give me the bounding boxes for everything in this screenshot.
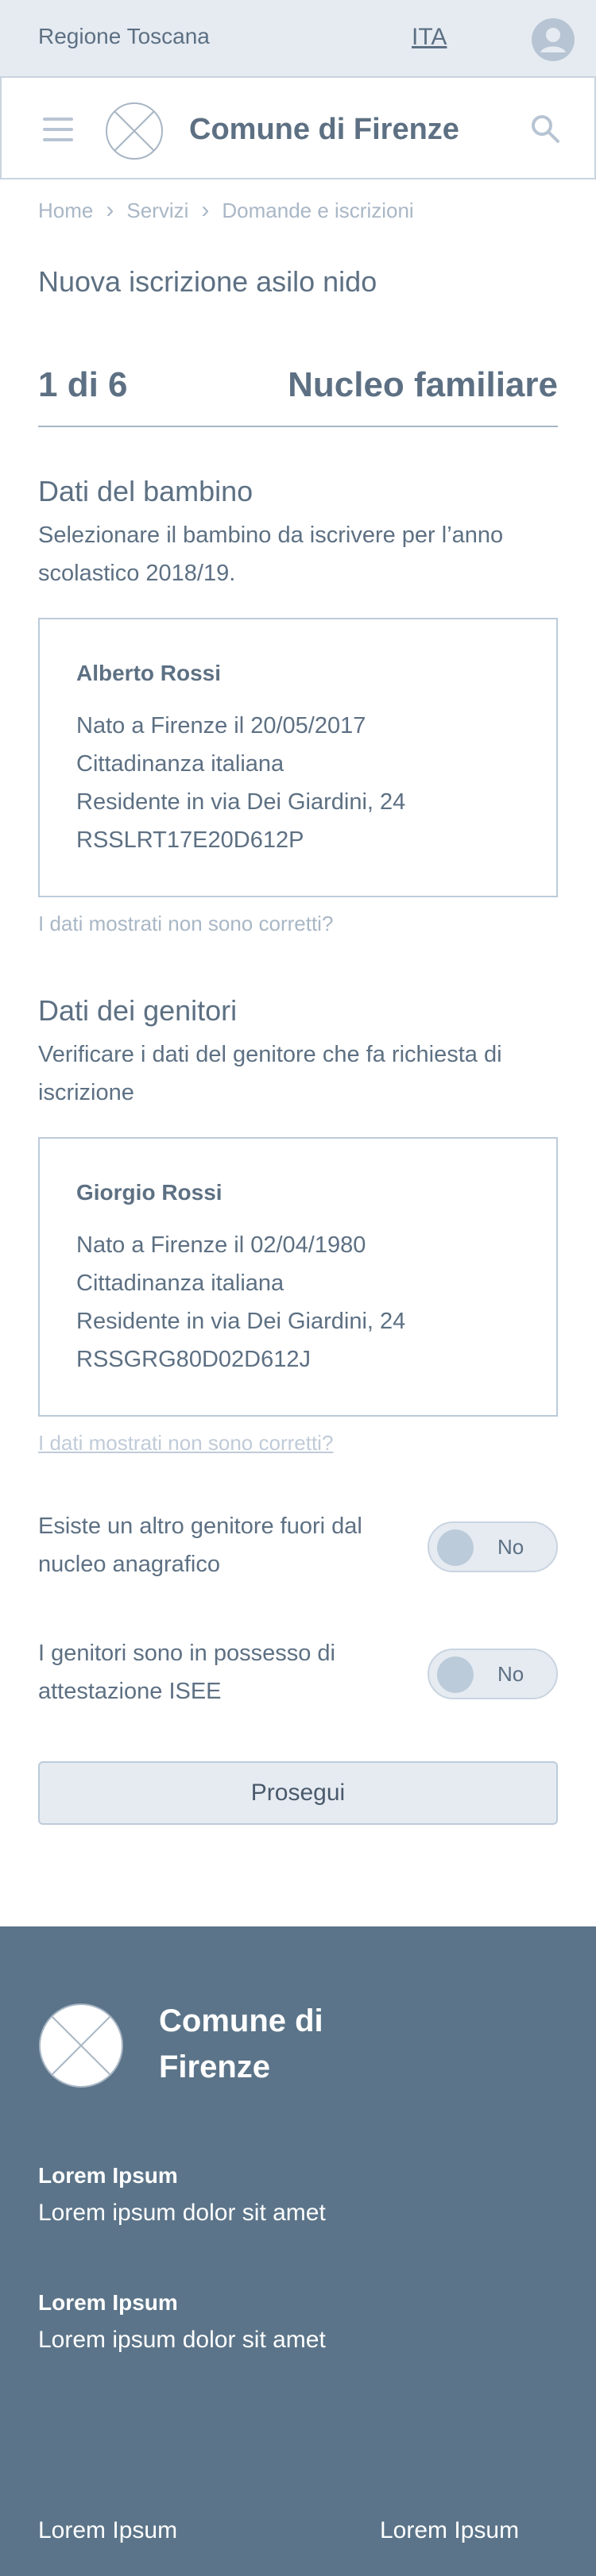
toggle-value: No <box>497 1662 524 1686</box>
divider <box>38 426 558 427</box>
search-icon[interactable] <box>529 113 561 145</box>
parent-name: Giorgio Rossi <box>76 1180 223 1205</box>
parent-section-title: Dati dei genitori <box>38 994 238 1027</box>
site-title[interactable]: Comune di Firenze <box>189 113 459 147</box>
logo-placeholder-icon[interactable] <box>105 102 164 160</box>
toggle-knob <box>437 1529 474 1566</box>
child-name: Alberto Rossi <box>76 661 222 685</box>
parent-citizenship: Cittadinanza italiana <box>76 1271 284 1296</box>
region-label: Regione Toscana <box>38 24 210 48</box>
parent-residence: Residente in via Dei Giardini, 24 <box>76 1309 406 1334</box>
language-switch[interactable]: ITA <box>412 24 447 51</box>
toggle-other-parent-row: Esiste un altro genitore fuori dal nucle… <box>38 1507 558 1587</box>
parent-fiscal-code: RSSGRG80D02D612J <box>76 1347 311 1372</box>
breadcrumb-current[interactable]: Domande e iscrizioni <box>222 199 413 223</box>
child-section-title: Dati del bambino <box>38 475 253 507</box>
menu-icon[interactable] <box>43 118 73 141</box>
toggle-other-parent[interactable]: No <box>428 1521 558 1572</box>
breadcrumb-servizi[interactable]: Servizi <box>126 199 188 223</box>
child-residence: Residente in via Dei Giardini, 24 <box>76 789 406 815</box>
footer-title: Comune di Firenze <box>159 2003 323 2084</box>
parent-birth: Nato a Firenze il 02/04/1980 <box>76 1232 366 1258</box>
footer-block-title: Lorem Ipsum <box>38 2163 178 2188</box>
child-card: Alberto Rossi Nato a Firenze il 20/05/20… <box>38 618 558 897</box>
child-fiscal-code: RSSLRT17E20D612P <box>76 827 304 853</box>
page-title: Nuova iscrizione asilo nido <box>38 265 377 298</box>
toggle-isee-row: I genitori sono in possesso di attestazi… <box>38 1634 558 1714</box>
child-data-incorrect-link[interactable]: I dati mostrati non sono corretti? <box>38 912 333 936</box>
toggle-value: No <box>497 1535 524 1559</box>
toggle-isee[interactable]: No <box>428 1649 558 1699</box>
footer-block-text: Lorem ipsum dolor sit amet <box>38 2200 326 2226</box>
chevron-right-icon: › <box>106 197 114 223</box>
parent-data-incorrect-link[interactable]: I dati mostrati non sono corretti? <box>38 1431 333 1456</box>
toggle-other-parent-label: Esiste un altro genitore fuori dal nucle… <box>38 1514 362 1577</box>
breadcrumb-home[interactable]: Home <box>38 199 93 223</box>
top-bar: Regione Toscana ITA <box>0 0 596 76</box>
breadcrumb: Home › Servizi › Domande e iscrizioni <box>38 197 414 224</box>
site-header: Comune di Firenze <box>0 76 596 179</box>
child-citizenship: Cittadinanza italiana <box>76 751 284 777</box>
step-count: 1 di 6 <box>38 365 128 404</box>
footer-block-text: Lorem ipsum dolor sit amet <box>38 2327 326 2353</box>
user-icon[interactable] <box>531 17 575 62</box>
footer-link[interactable]: Lorem Ipsum <box>380 2517 519 2544</box>
child-birth: Nato a Firenze il 20/05/2017 <box>76 713 366 738</box>
logo-placeholder-icon[interactable] <box>38 2003 124 2088</box>
chevron-right-icon: › <box>201 197 210 223</box>
footer-link[interactable]: Lorem Ipsum <box>38 2517 177 2544</box>
child-section-description: Selezionare il bambino da iscrivere per … <box>38 523 504 586</box>
toggle-knob <box>437 1656 474 1693</box>
footer-block-title: Lorem Ipsum <box>38 2290 178 2315</box>
site-footer: Comune di Firenze Lorem Ipsum Lorem ipsu… <box>0 1926 596 2576</box>
parent-section-description: Verificare i dati del genitore che fa ri… <box>38 1042 502 1105</box>
toggle-isee-label: I genitori sono in possesso di attestazi… <box>38 1641 335 1704</box>
step-name: Nucleo familiare <box>288 365 558 404</box>
parent-card: Giorgio Rossi Nato a Firenze il 02/04/19… <box>38 1137 558 1417</box>
continue-button[interactable]: Prosegui <box>38 1761 558 1825</box>
